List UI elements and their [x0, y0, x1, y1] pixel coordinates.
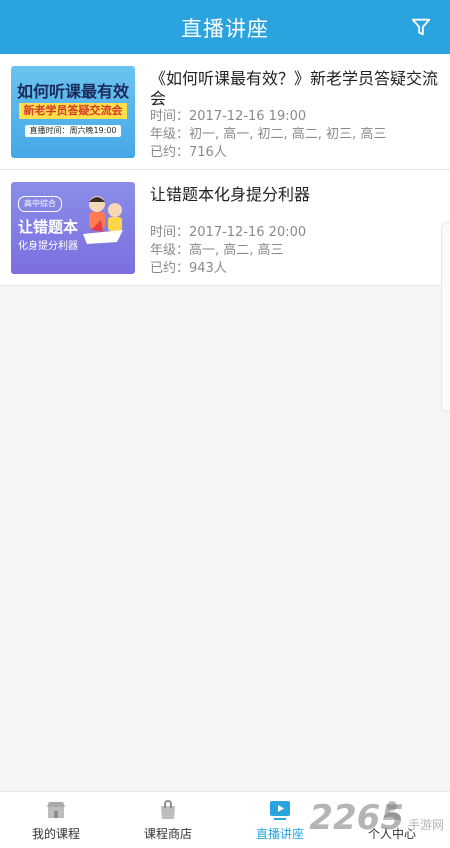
filter-icon[interactable]	[410, 16, 432, 38]
lecture-item[interactable]: 高中综合 让错题本 化身提分利器 让错题本化身提分利器 时间：2017-12-1…	[0, 170, 450, 286]
lecture-signed-up: 已约：716人	[150, 145, 227, 160]
thumbnail-title: 如何听课最有效	[17, 82, 130, 101]
thumbnail-title: 让错题本	[18, 218, 79, 236]
lecture-thumbnail: 高中综合 让错题本 化身提分利器	[11, 182, 135, 274]
thumbnail-time: 直播时间：周六晚19:00	[25, 125, 121, 137]
thumbnail-subtitle: 新老学员答疑交流会	[19, 103, 127, 119]
page-title: 直播讲座	[181, 17, 269, 41]
lecture-title: 让错题本化身提分利器	[150, 185, 311, 204]
lecture-title: 《如何听课最有效？》新老学员答疑交流会	[150, 69, 439, 108]
thumbnail-badge: 高中综合	[18, 196, 62, 212]
store-icon	[47, 802, 65, 818]
watermark-sub: 手游网	[407, 818, 444, 832]
tab-my-courses[interactable]: 我的课程	[0, 792, 112, 848]
watermark: 2265 手游网	[309, 798, 444, 838]
tab-course-store[interactable]: 课程商店	[112, 792, 224, 848]
thumbnail-subtitle: 化身提分利器	[18, 241, 78, 252]
tab-label: 我的课程	[31, 827, 80, 841]
bag-icon	[161, 800, 175, 819]
side-pull-handle[interactable]	[441, 222, 450, 412]
lecture-time: 时间：2017-12-16 19:00	[150, 109, 307, 124]
students-illustration	[83, 196, 123, 244]
lecture-grades: 年级：高一, 高二, 高三	[150, 243, 284, 258]
play-screen-icon	[270, 801, 290, 820]
lecture-thumbnail: 如何听课最有效 新老学员答疑交流会 直播时间：周六晚19:00	[11, 66, 135, 158]
lecture-item[interactable]: 如何听课最有效 新老学员答疑交流会 直播时间：周六晚19:00 《如何听课最有效…	[0, 54, 450, 170]
lecture-grades: 年级：初一, 高一, 初二, 高二, 初三, 高三	[150, 127, 387, 142]
app-header: 直播讲座	[0, 0, 450, 54]
lecture-time: 时间：2017-12-16 20:00	[150, 225, 307, 240]
tab-label: 课程商店	[143, 827, 192, 841]
lecture-signed-up: 已约：943人	[150, 261, 227, 276]
watermark-text: 2265	[309, 798, 404, 838]
lecture-list: 如何听课最有效 新老学员答疑交流会 直播时间：周六晚19:00 《如何听课最有效…	[0, 54, 450, 286]
